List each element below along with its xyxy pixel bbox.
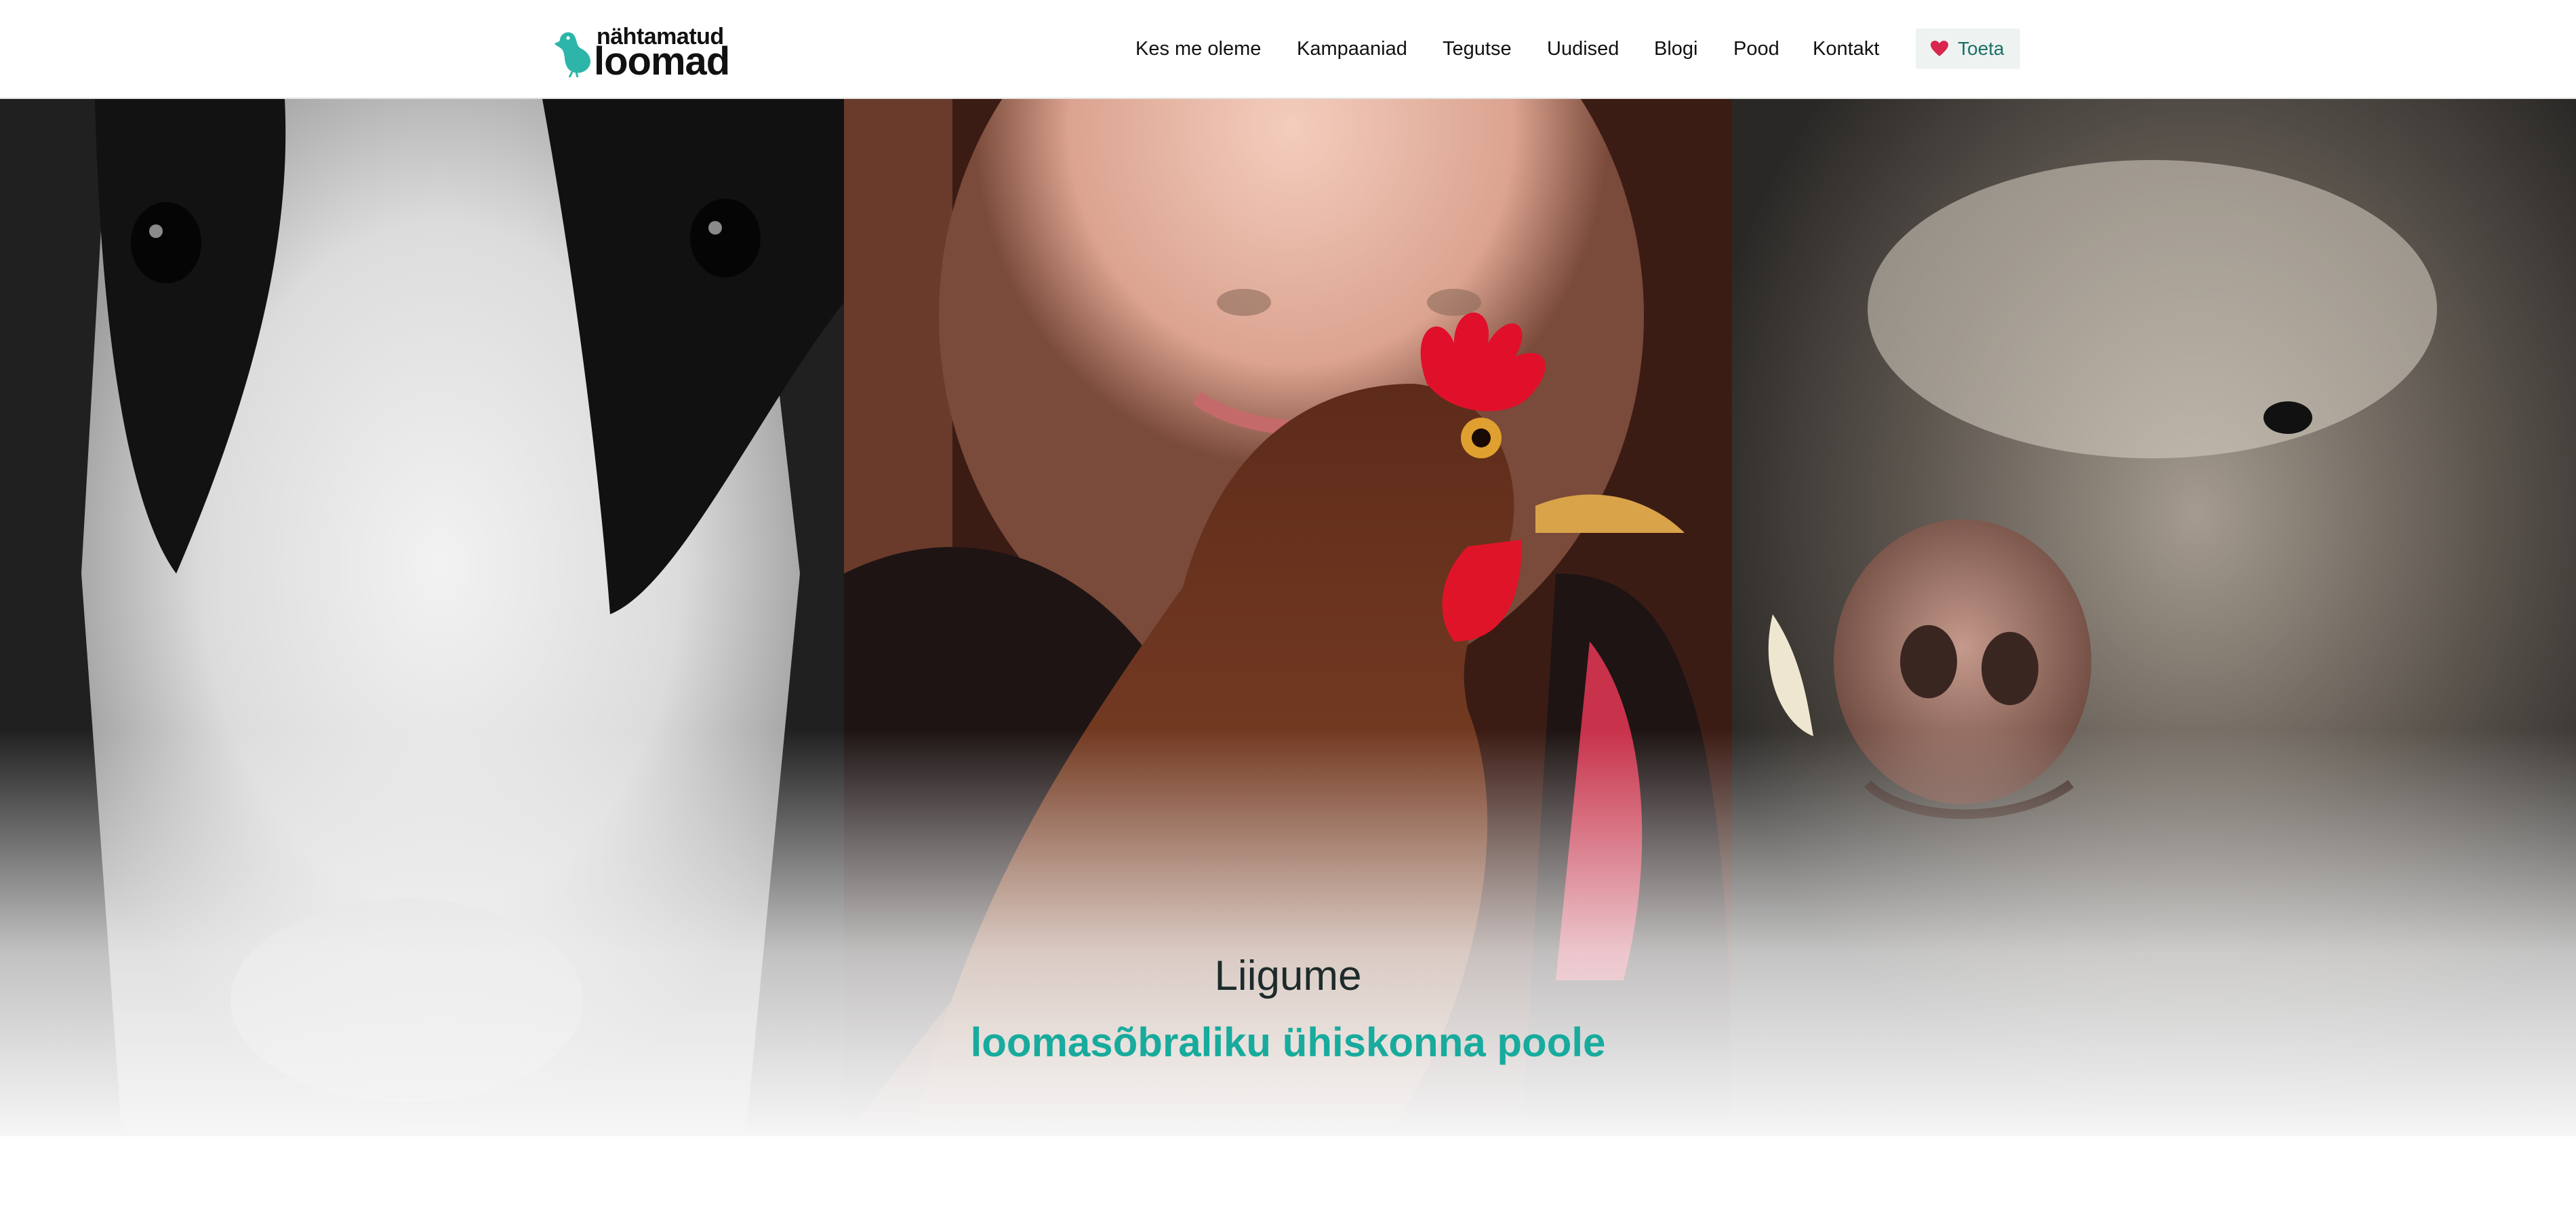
nav-kontakt[interactable]: Kontakt	[1813, 35, 1879, 62]
nav-kes-me-oleme[interactable]: Kes me oleme	[1135, 35, 1261, 62]
hero-banner: Liigume loomasõbraliku ühiskonna poole	[0, 99, 2576, 1136]
hero-text: Liigume loomasõbraliku ühiskonna poole	[844, 949, 1732, 1070]
nav-pood[interactable]: Pood	[1733, 35, 1779, 62]
donate-button[interactable]: Toeta	[1916, 28, 2020, 69]
bird-icon	[555, 32, 591, 77]
pig-photo	[1732, 99, 2576, 1136]
heart-icon	[1931, 41, 1948, 56]
cow-photo	[0, 99, 844, 1136]
nav-blogi[interactable]: Blogi	[1654, 35, 1698, 62]
donate-label: Toeta	[1958, 38, 2005, 59]
nav-uudised[interactable]: Uudised	[1547, 35, 1619, 62]
hero-title: Liigume	[1214, 953, 1362, 999]
nav-tegutse[interactable]: Tegutse	[1443, 35, 1512, 62]
site-logo[interactable]: nähtamatud loomad	[555, 24, 730, 83]
logo-text-bottom: loomad	[594, 39, 730, 83]
hero-subtitle: loomasõbraliku ühiskonna poole	[970, 1020, 1606, 1065]
site-header: nähtamatud loomad Kes me oleme Kampaania…	[0, 0, 2576, 99]
nav-kampaaniad[interactable]: Kampaaniad	[1297, 35, 1407, 62]
